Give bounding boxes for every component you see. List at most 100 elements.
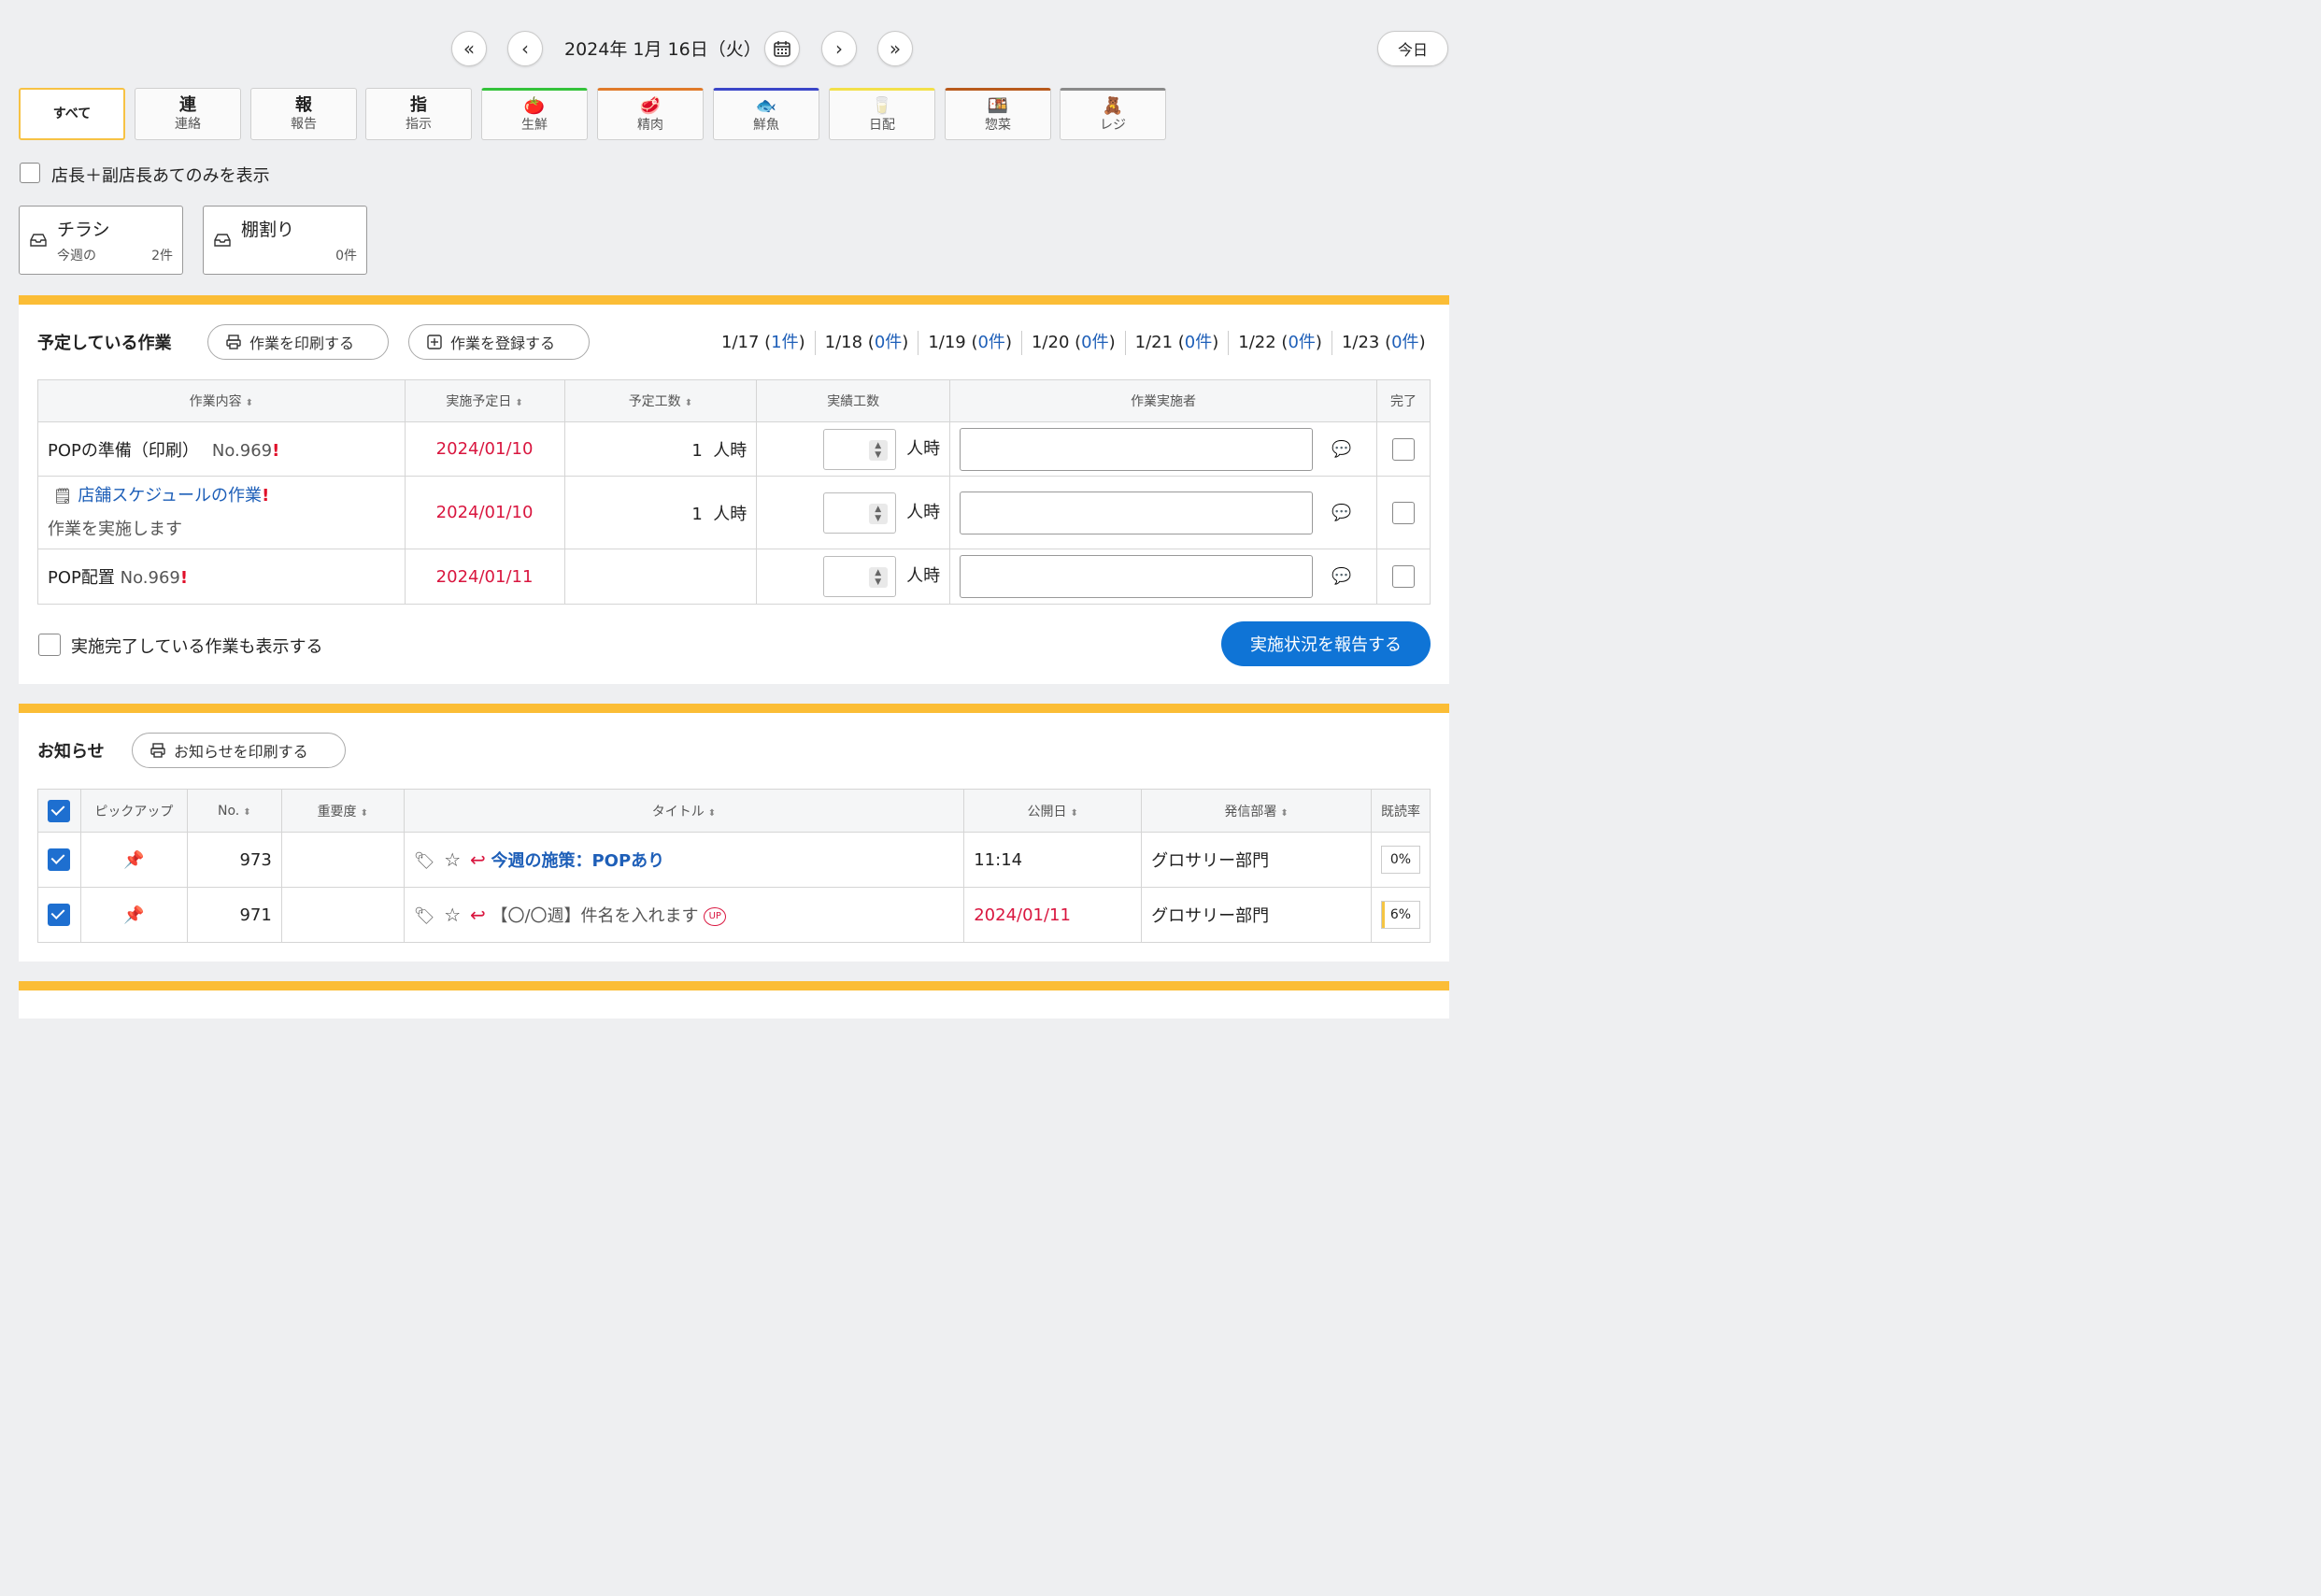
print-tasks-button[interactable]: 作業を印刷する (207, 324, 389, 360)
task-worker: 💬 (949, 421, 1378, 477)
day-summary[interactable]: 1/19 (0件) (928, 333, 1012, 352)
day-summary[interactable]: 1/18 (0件) (825, 333, 909, 352)
category-tab[interactable]: 🧸 レジ (1060, 88, 1166, 140)
category-tab[interactable]: 🐟 鮮魚 (713, 88, 819, 140)
task-plan: 1 人時 (563, 476, 758, 549)
done-checkbox[interactable] (1392, 437, 1415, 461)
show-done-label: 実施完了している作業も表示する (71, 637, 323, 657)
actual-hours-stepper[interactable]: ▲ ▼ (822, 492, 896, 534)
notice-dept: グロサリー部門 (1141, 887, 1372, 943)
manager-filter-checkbox[interactable] (20, 163, 40, 183)
category-sublabel: 鮮魚 (753, 118, 779, 133)
comment-icon[interactable]: 💬 (1331, 504, 1351, 522)
tag-icon[interactable]: 🏷 (414, 906, 435, 926)
upcoming-days-summary: 1/17 (1件) 1/18 (0件) 1/19 (0件) 1/20 (0件) 1/21… (721, 329, 1426, 355)
actual-hours-stepper[interactable]: ▲ ▼ (822, 556, 896, 597)
col-planned-hours[interactable]: 予定工数 ⬍ (563, 379, 758, 422)
notice-title[interactable]: 【〇/〇週】件名を入れます (491, 906, 698, 926)
inbox-card-planogram[interactable]: 棚割り 0件 (203, 206, 367, 275)
read-rate-badge: 0% (1380, 846, 1420, 874)
day-count: 1件 (771, 333, 799, 352)
col-title[interactable]: タイトル ⬍ (403, 789, 965, 833)
category-sublabel: 報告 (291, 117, 317, 132)
col-planned-date[interactable]: 実施予定日 ⬍ (404, 379, 565, 422)
first-page-button[interactable]: « (451, 31, 487, 66)
inbox-count: 0件 (335, 249, 357, 264)
col-pickup: ピックアップ (79, 789, 188, 833)
table-row: 🗒 店舗スケジュールの作業! 作業を実施します 2024/01/10 1 人時 ▲… (37, 476, 1431, 549)
print-notices-button[interactable]: お知らせを印刷する (132, 733, 346, 768)
star-icon[interactable]: ☆ (444, 904, 461, 926)
row-checkbox[interactable] (48, 848, 71, 871)
day-summary[interactable]: 1/22 (0件) (1238, 333, 1322, 352)
category-tab[interactable]: 🥛 日配 (829, 88, 935, 140)
inbox-title: 棚割り (241, 220, 295, 240)
done-checkbox[interactable] (1392, 501, 1415, 524)
category-tab[interactable]: 報報告 (250, 88, 357, 140)
task-worker: 💬 (949, 549, 1378, 605)
notice-title-cell: 🏷 ☆ ↩ 【〇/〇週】件名を入れます UP (403, 887, 965, 943)
day-date: 1/22 (1238, 333, 1276, 352)
tag-icon[interactable]: 🏷 (414, 851, 435, 871)
category-tab[interactable]: すべて (19, 88, 125, 140)
notice-title[interactable]: 今週の施策：POPあり (491, 851, 664, 871)
pin-icon[interactable]: 📌 (79, 887, 188, 943)
sort-icon: ⬍ (684, 398, 693, 408)
stepper-arrows-icon: ▲ ▼ (868, 503, 888, 524)
day-count: 0件 (1184, 333, 1213, 352)
show-done-checkbox[interactable] (38, 634, 61, 656)
day-summary[interactable]: 1/17 (1件) (721, 333, 805, 352)
day-date: 1/23 (1341, 333, 1380, 352)
day-summary[interactable]: 1/21 (0件) (1135, 333, 1219, 352)
reply-icon: ↩ (469, 904, 486, 926)
category-icon: 🥛 (871, 96, 893, 116)
stepper-arrows-icon: ▲ ▼ (868, 567, 888, 588)
task-date: 2024/01/10 (404, 421, 565, 477)
row-checkbox[interactable] (48, 904, 71, 926)
notices-table: ピックアップ No. ⬍ 重要度 ⬍ タイトル ⬍ 公開日 ⬍ 発信部署 ⬍ 既読率 📌 … (37, 789, 1431, 943)
report-status-button[interactable]: 実施状況を報告する (1221, 621, 1431, 666)
category-tab[interactable]: 🥩 精肉 (597, 88, 704, 140)
actual-hours-stepper[interactable]: ▲ ▼ (822, 428, 896, 470)
day-summary[interactable]: 1/23 (0件) (1342, 333, 1426, 352)
category-tab[interactable]: 🍅 生鮮 (481, 88, 588, 140)
category-label: すべて (52, 107, 92, 121)
worker-input[interactable] (960, 491, 1314, 534)
comment-icon[interactable]: 💬 (1331, 440, 1351, 459)
today-button[interactable]: 今日 (1377, 31, 1448, 66)
category-tab[interactable]: 指指示 (365, 88, 472, 140)
worker-input[interactable] (960, 555, 1314, 598)
comment-icon[interactable]: 💬 (1331, 567, 1351, 586)
category-sublabel: 連絡 (175, 117, 201, 132)
register-task-button[interactable]: 作業を登録する (408, 324, 590, 360)
task-content: POP配置 No.969! (37, 549, 406, 605)
star-icon[interactable]: ☆ (444, 848, 461, 871)
col-published[interactable]: 公開日 ⬍ (963, 789, 1143, 833)
task-done (1376, 549, 1431, 605)
worker-input[interactable] (960, 427, 1314, 471)
inbox-icon (30, 234, 47, 247)
last-page-button[interactable]: » (877, 31, 913, 66)
add-note-icon (427, 335, 442, 349)
category-tab[interactable]: 🍱 惣菜 (945, 88, 1051, 140)
col-no[interactable]: No. ⬍ (186, 789, 282, 833)
col-importance[interactable]: 重要度 ⬍ (280, 789, 405, 833)
category-tab[interactable]: 連連絡 (135, 88, 241, 140)
prev-day-button[interactable]: ‹ (507, 31, 543, 66)
day-count: 0件 (977, 333, 1005, 352)
done-checkbox[interactable] (1392, 565, 1415, 588)
task-actual: ▲ ▼ 人時 (756, 476, 951, 549)
col-task-content[interactable]: 作業内容 ⬍ (37, 379, 406, 422)
calendar-button[interactable] (764, 31, 800, 66)
category-sublabel: 精肉 (637, 118, 663, 133)
category-sublabel: 指示 (406, 117, 432, 132)
next-day-button[interactable]: › (821, 31, 857, 66)
notice-dept: グロサリー部門 (1141, 832, 1372, 888)
select-all-checkbox[interactable] (48, 799, 71, 822)
inbox-card-flyer[interactable]: チラシ 今週の 2件 (19, 206, 183, 275)
category-icon: 🥩 (639, 96, 662, 116)
pin-icon[interactable]: 📌 (79, 832, 188, 888)
col-department[interactable]: 発信部署 ⬍ (1141, 789, 1372, 833)
col-worker: 作業実施者 (949, 379, 1378, 422)
day-summary[interactable]: 1/20 (0件) (1032, 333, 1116, 352)
